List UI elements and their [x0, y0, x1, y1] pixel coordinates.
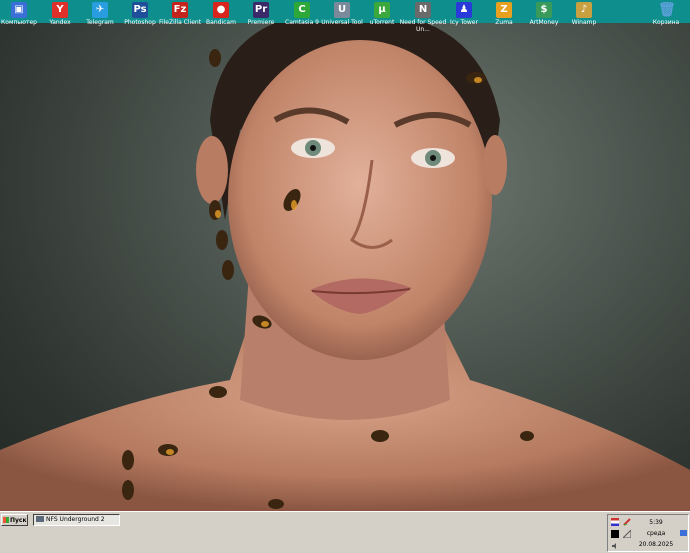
desktop-icon-winamp[interactable]: ♪ Winamp — [557, 2, 611, 26]
utorrent-icon: µ — [374, 2, 390, 18]
desktop-icon-recycle-bin[interactable]: 🗑 Корзина — [639, 2, 690, 26]
bandicam-icon: ● — [213, 2, 229, 18]
language-flag-icon[interactable] — [611, 518, 619, 526]
windows-flag-icon — [3, 517, 9, 523]
color-swatch-icon[interactable] — [611, 530, 619, 538]
show-desktop-icon[interactable] — [680, 530, 687, 536]
network-icon[interactable] — [621, 528, 632, 539]
color-picker-icon[interactable] — [623, 518, 631, 526]
computer-icon: ▣ — [11, 2, 27, 18]
clock-date: 20.08.2025 — [638, 541, 674, 548]
desktop-icon-label: Winamp — [571, 19, 597, 26]
system-tray: 5:39 среда 20.08.2025 — [607, 514, 689, 552]
task-button-nfs-underground-2[interactable]: NFS Underground 2 — [33, 514, 120, 526]
camtasia-icon: C — [294, 2, 310, 18]
winamp-icon: ♪ — [576, 2, 592, 18]
universal-tool-icon: U — [334, 2, 350, 18]
recycle-bin-icon: 🗑 — [658, 2, 676, 18]
yandex-browser-icon: Y — [52, 2, 68, 18]
zuma-icon: Z — [496, 2, 512, 18]
start-label: Пуск — [10, 517, 27, 524]
clock-day: среда — [646, 530, 666, 537]
volume-icon[interactable] — [611, 542, 619, 550]
desktop-icon-label: Корзина — [652, 19, 680, 26]
taskbar: Пуск NFS Underground 2 5:39 среда 20.08.… — [0, 511, 690, 553]
task-button-label: NFS Underground 2 — [46, 516, 105, 523]
nfs-task-icon — [36, 516, 44, 522]
nfs-icon: N — [415, 2, 431, 18]
premiere-icon: Pr — [253, 2, 269, 18]
filezilla-icon: Fz — [172, 2, 188, 18]
photoshop-icon: Ps — [132, 2, 148, 18]
start-button[interactable]: Пуск — [1, 514, 28, 526]
desktop: ▣ Компьютер Y Yandex ✈ Telegram Ps Photoshop Fz F… — [0, 0, 690, 511]
icy-tower-icon: ♟ — [456, 2, 472, 18]
clock-time[interactable]: 5:39 — [636, 519, 676, 526]
telegram-icon: ✈ — [92, 2, 108, 18]
wallpaper-portrait — [0, 10, 690, 511]
artmoney-icon: $ — [536, 2, 552, 18]
